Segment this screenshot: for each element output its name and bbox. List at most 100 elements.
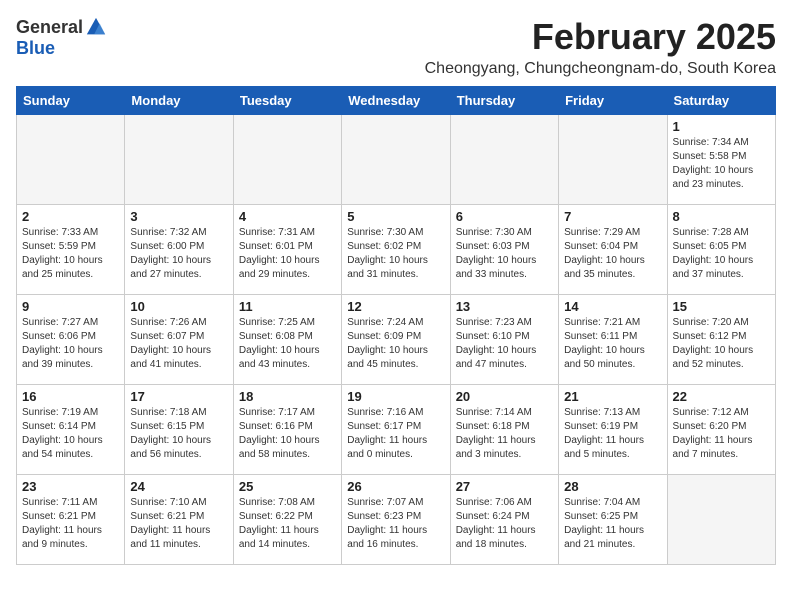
calendar-cell [17, 115, 125, 205]
calendar-cell [450, 115, 558, 205]
day-info: Sunrise: 7:30 AM Sunset: 6:02 PM Dayligh… [347, 226, 444, 282]
day-number: 27 [456, 479, 553, 494]
calendar-cell: 26 Sunrise: 7:07 AM Sunset: 6:23 PM Dayli… [342, 475, 450, 565]
day-info: Sunrise: 7:16 AM Sunset: 6:17 PM Dayligh… [347, 406, 444, 462]
day-info: Sunrise: 7:12 AM Sunset: 6:20 PM Dayligh… [673, 406, 770, 462]
day-info: Sunrise: 7:04 AM Sunset: 6:25 PM Dayligh… [564, 496, 661, 552]
day-number: 17 [130, 389, 227, 404]
calendar-cell: 5 Sunrise: 7:30 AM Sunset: 6:02 PM Daylig… [342, 205, 450, 295]
title-block: February 2025 Cheongyang, Chungcheongnam… [425, 16, 776, 78]
day-number: 7 [564, 209, 661, 224]
day-number: 12 [347, 299, 444, 314]
day-number: 23 [22, 479, 119, 494]
calendar-cell: 25 Sunrise: 7:08 AM Sunset: 6:22 PM Dayli… [233, 475, 341, 565]
calendar-cell: 11Sunrise: 7:25 AM Sunset: 6:08 PM Dayli… [233, 295, 341, 385]
day-number: 9 [22, 299, 119, 314]
day-info: Sunrise: 7:14 AM Sunset: 6:18 PM Dayligh… [456, 406, 553, 462]
calendar-cell: 28 Sunrise: 7:04 AM Sunset: 6:25 PM Dayli… [559, 475, 667, 565]
logo-icon [85, 16, 107, 38]
calendar-week-row: 16 Sunrise: 7:19 AM Sunset: 6:14 PM Dayli… [17, 385, 776, 475]
calendar-cell: 16 Sunrise: 7:19 AM Sunset: 6:14 PM Dayli… [17, 385, 125, 475]
day-number: 21 [564, 389, 661, 404]
day-info: Sunrise: 7:32 AM Sunset: 6:00 PM Dayligh… [130, 226, 227, 282]
day-number: 5 [347, 209, 444, 224]
logo-general: General [16, 17, 83, 38]
calendar-header-wednesday: Wednesday [342, 87, 450, 115]
day-info: Sunrise: 7:10 AM Sunset: 6:21 PM Dayligh… [130, 496, 227, 552]
day-number: 13 [456, 299, 553, 314]
day-info: Sunrise: 7:30 AM Sunset: 6:03 PM Dayligh… [456, 226, 553, 282]
day-number: 14 [564, 299, 661, 314]
calendar-cell: 12 Sunrise: 7:24 AM Sunset: 6:09 PM Dayli… [342, 295, 450, 385]
calendar-cell: 1Sunrise: 7:34 AM Sunset: 5:58 PM Daylig… [667, 115, 775, 205]
page-header: General Blue February 2025 Cheongyang, C… [16, 16, 776, 78]
calendar-cell: 22 Sunrise: 7:12 AM Sunset: 6:20 PM Dayli… [667, 385, 775, 475]
day-number: 6 [456, 209, 553, 224]
day-number: 16 [22, 389, 119, 404]
day-info: Sunrise: 7:20 AM Sunset: 6:12 PM Dayligh… [673, 316, 770, 372]
calendar-header-tuesday: Tuesday [233, 87, 341, 115]
calendar-week-row: 2Sunrise: 7:33 AM Sunset: 5:59 PM Daylig… [17, 205, 776, 295]
calendar-cell [233, 115, 341, 205]
calendar-cell: 3Sunrise: 7:32 AM Sunset: 6:00 PM Daylig… [125, 205, 233, 295]
day-info: Sunrise: 7:26 AM Sunset: 6:07 PM Dayligh… [130, 316, 227, 372]
day-number: 4 [239, 209, 336, 224]
day-info: Sunrise: 7:17 AM Sunset: 6:16 PM Dayligh… [239, 406, 336, 462]
day-info: Sunrise: 7:06 AM Sunset: 6:24 PM Dayligh… [456, 496, 553, 552]
calendar-header-saturday: Saturday [667, 87, 775, 115]
day-info: Sunrise: 7:27 AM Sunset: 6:06 PM Dayligh… [22, 316, 119, 372]
day-info: Sunrise: 7:33 AM Sunset: 5:59 PM Dayligh… [22, 226, 119, 282]
day-info: Sunrise: 7:23 AM Sunset: 6:10 PM Dayligh… [456, 316, 553, 372]
day-info: Sunrise: 7:13 AM Sunset: 6:19 PM Dayligh… [564, 406, 661, 462]
day-info: Sunrise: 7:11 AM Sunset: 6:21 PM Dayligh… [22, 496, 119, 552]
calendar-cell: 17Sunrise: 7:18 AM Sunset: 6:15 PM Dayli… [125, 385, 233, 475]
calendar-cell: 6 Sunrise: 7:30 AM Sunset: 6:03 PM Daylig… [450, 205, 558, 295]
logo-blue: Blue [16, 38, 55, 59]
calendar-cell: 27 Sunrise: 7:06 AM Sunset: 6:24 PM Dayli… [450, 475, 558, 565]
day-number: 11 [239, 299, 336, 314]
calendar-cell: 4 Sunrise: 7:31 AM Sunset: 6:01 PM Daylig… [233, 205, 341, 295]
day-info: Sunrise: 7:24 AM Sunset: 6:09 PM Dayligh… [347, 316, 444, 372]
calendar-week-row: 9 Sunrise: 7:27 AM Sunset: 6:06 PM Daylig… [17, 295, 776, 385]
calendar-cell: 7 Sunrise: 7:29 AM Sunset: 6:04 PM Daylig… [559, 205, 667, 295]
day-number: 25 [239, 479, 336, 494]
calendar-cell: 21 Sunrise: 7:13 AM Sunset: 6:19 PM Dayli… [559, 385, 667, 475]
calendar-cell [559, 115, 667, 205]
day-number: 28 [564, 479, 661, 494]
calendar-header-thursday: Thursday [450, 87, 558, 115]
day-info: Sunrise: 7:34 AM Sunset: 5:58 PM Dayligh… [673, 136, 770, 192]
calendar-cell: 20 Sunrise: 7:14 AM Sunset: 6:18 PM Dayli… [450, 385, 558, 475]
day-info: Sunrise: 7:07 AM Sunset: 6:23 PM Dayligh… [347, 496, 444, 552]
month-title: February 2025 [425, 16, 776, 58]
calendar-cell: 18 Sunrise: 7:17 AM Sunset: 6:16 PM Dayli… [233, 385, 341, 475]
calendar-cell: 19 Sunrise: 7:16 AM Sunset: 6:17 PM Dayli… [342, 385, 450, 475]
calendar-table: SundayMondayTuesdayWednesdayThursdayFrid… [16, 86, 776, 565]
calendar-header-row: SundayMondayTuesdayWednesdayThursdayFrid… [17, 87, 776, 115]
day-info: Sunrise: 7:19 AM Sunset: 6:14 PM Dayligh… [22, 406, 119, 462]
calendar-cell: 9 Sunrise: 7:27 AM Sunset: 6:06 PM Daylig… [17, 295, 125, 385]
calendar-header-friday: Friday [559, 87, 667, 115]
calendar-cell: 10 Sunrise: 7:26 AM Sunset: 6:07 PM Dayli… [125, 295, 233, 385]
day-info: Sunrise: 7:08 AM Sunset: 6:22 PM Dayligh… [239, 496, 336, 552]
location-title: Cheongyang, Chungcheongnam-do, South Kor… [425, 60, 776, 78]
day-number: 24 [130, 479, 227, 494]
day-number: 26 [347, 479, 444, 494]
calendar-header-monday: Monday [125, 87, 233, 115]
day-info: Sunrise: 7:29 AM Sunset: 6:04 PM Dayligh… [564, 226, 661, 282]
day-number: 22 [673, 389, 770, 404]
calendar-cell [667, 475, 775, 565]
calendar-cell: 23 Sunrise: 7:11 AM Sunset: 6:21 PM Dayli… [17, 475, 125, 565]
calendar-cell: 24 Sunrise: 7:10 AM Sunset: 6:21 PM Dayli… [125, 475, 233, 565]
calendar-cell: 13 Sunrise: 7:23 AM Sunset: 6:10 PM Dayli… [450, 295, 558, 385]
calendar-week-row: 1Sunrise: 7:34 AM Sunset: 5:58 PM Daylig… [17, 115, 776, 205]
day-number: 10 [130, 299, 227, 314]
calendar-cell: 15Sunrise: 7:20 AM Sunset: 6:12 PM Dayli… [667, 295, 775, 385]
day-info: Sunrise: 7:31 AM Sunset: 6:01 PM Dayligh… [239, 226, 336, 282]
calendar-week-row: 23 Sunrise: 7:11 AM Sunset: 6:21 PM Dayli… [17, 475, 776, 565]
calendar-header-sunday: Sunday [17, 87, 125, 115]
day-info: Sunrise: 7:28 AM Sunset: 6:05 PM Dayligh… [673, 226, 770, 282]
day-number: 20 [456, 389, 553, 404]
day-number: 18 [239, 389, 336, 404]
logo: General Blue [16, 16, 107, 59]
day-number: 19 [347, 389, 444, 404]
